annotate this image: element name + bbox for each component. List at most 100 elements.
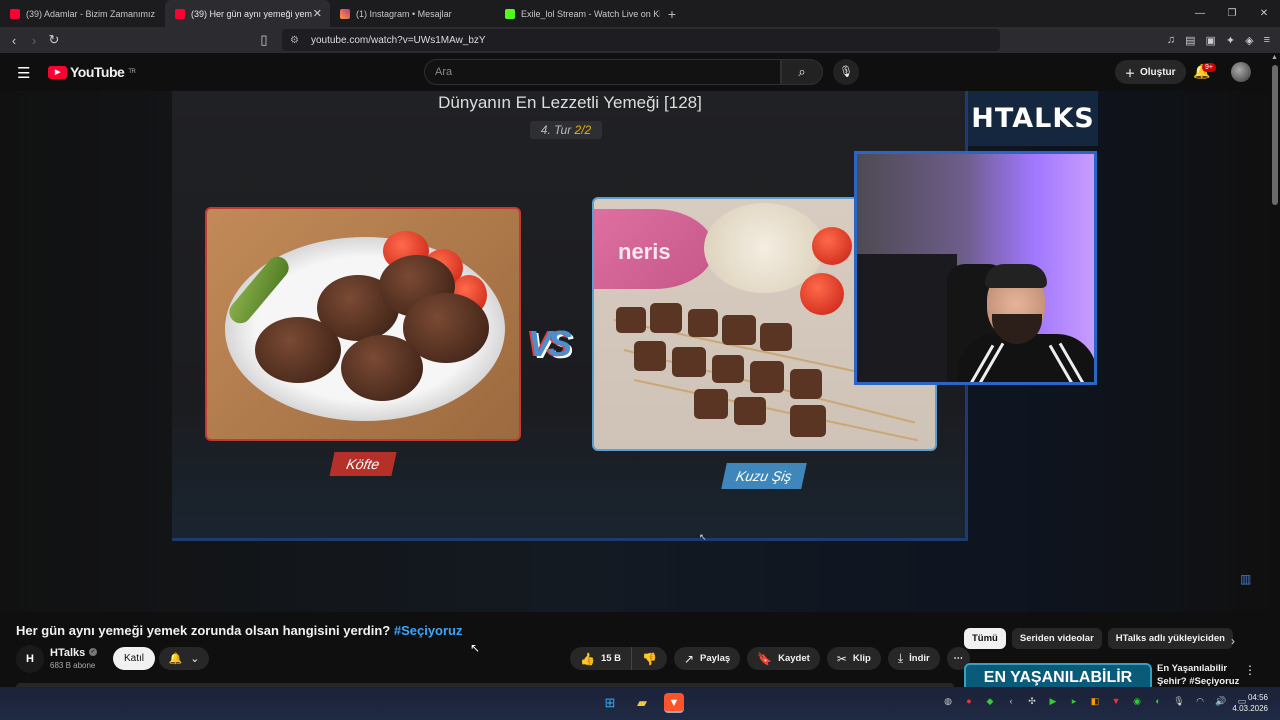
chevron-right-icon[interactable]: › [1231, 634, 1235, 648]
hashtag-link[interactable]: #Seçiyoruz [394, 623, 463, 638]
ai-icon[interactable]: ✦ [1226, 34, 1235, 47]
tab-kick[interactable]: Exile_lol Stream - Watch Live on Kick [495, 0, 660, 27]
share-icon: ↗ [683, 651, 695, 666]
url-field[interactable]: ⚙ youtube.com/watch?v=UWs1MAw_bzY [282, 29, 1000, 51]
plate-brand-text: neris [618, 239, 671, 264]
tray-app-icon[interactable]: ▶ [1047, 696, 1059, 707]
wallet-icon[interactable]: ▣ [1205, 34, 1215, 47]
kick-favicon-icon [505, 8, 515, 19]
channel-avatar[interactable]: H [16, 645, 44, 673]
tray-app-icon[interactable]: ◧ [1089, 696, 1101, 707]
download-button[interactable]: ⤓ İndir [887, 647, 940, 670]
recommendation-menu-icon[interactable]: ⋮ [1244, 663, 1256, 677]
youtube-header: ☰ ▶ YouTube TR Ara ⌕ 🎙 ＋ Oluştur 🔔 [0, 53, 1270, 91]
tomato [800, 273, 844, 315]
join-button[interactable]: Katıl [113, 647, 155, 670]
site-info-icon[interactable]: ⚙ [290, 35, 299, 46]
hamburger-menu-icon[interactable]: ☰ [17, 64, 30, 82]
tray-app-icon[interactable]: ✣ [1026, 696, 1038, 707]
new-tab-button[interactable]: + [660, 6, 684, 22]
browser-toolbar: ♫ ▤ ▣ ✦ ◈ ≡ [1167, 27, 1270, 53]
video-player[interactable]: Dünyanın En Lezzetli Yemeği [128] 4. Tur… [0, 91, 1270, 612]
microphone-tray-icon[interactable]: 🎙 [1173, 696, 1185, 707]
youtube-logo[interactable]: ▶ YouTube TR [48, 64, 136, 80]
sidebar-icon[interactable]: ▤ [1185, 34, 1195, 47]
minimize-icon[interactable]: — [1184, 0, 1216, 27]
scroll-up-icon[interactable]: ▲ [1271, 54, 1278, 61]
mouse-cursor-icon: ↖ [470, 641, 481, 655]
vpn-icon[interactable]: ◈ [1245, 34, 1253, 47]
tab-instagram[interactable]: (1) Instagram • Mesajlar [330, 0, 495, 27]
tray-app-icon[interactable]: ▸ [1068, 696, 1080, 707]
kebab-piece [750, 361, 784, 393]
background-shelf [857, 254, 957, 382]
tab-title: (39) Adamlar - Bizim Zamanımız [26, 8, 156, 19]
reload-icon[interactable]: ↻ [44, 32, 64, 48]
url-text: youtube.com/watch?v=UWs1MAw_bzY [310, 34, 486, 46]
microphone-icon[interactable]: 🎙 [833, 59, 859, 85]
tray-app-icon[interactable]: ‹ [1005, 696, 1017, 707]
round-value: 2/2 [574, 123, 592, 137]
tray-app-icon[interactable]: ◆ [984, 696, 996, 707]
media-icon[interactable]: ♫ [1167, 34, 1175, 46]
create-button[interactable]: ＋ Oluştur [1115, 60, 1186, 84]
clock-time: 04:56 [1247, 693, 1268, 702]
download-icon: ⤓ [897, 651, 904, 665]
like-button[interactable]: 👍 15 B [570, 647, 633, 670]
forward-icon[interactable]: › [24, 33, 44, 48]
kebab-piece [672, 347, 706, 377]
kebab-piece [616, 307, 646, 333]
chip-all[interactable]: Tümü [964, 628, 1006, 649]
restore-icon[interactable]: ❐ [1216, 0, 1248, 27]
share-button[interactable]: ↗ Paylaş [673, 647, 741, 670]
file-explorer-icon[interactable]: ▰ [632, 693, 652, 713]
scissors-icon: ✂ [836, 651, 847, 666]
tab-adamlar[interactable]: (39) Adamlar - Bizim Zamanımız [0, 0, 165, 27]
channel-watermark-icon[interactable]: ▥ [1240, 572, 1258, 592]
tab-title: Exile_lol Stream - Watch Live on Kick [521, 8, 660, 19]
scrollbar-thumb[interactable] [1272, 65, 1278, 205]
clip-button[interactable]: ✂ Klip [826, 647, 881, 670]
kebab-piece [650, 303, 682, 333]
tray-app-icon[interactable]: ▼ [1110, 696, 1122, 707]
save-button[interactable]: 🔖 Kaydet [747, 647, 820, 670]
tray-app-icon[interactable]: ◍ [942, 696, 954, 707]
search-input[interactable]: Ara [424, 59, 781, 85]
subscription-bell-button[interactable]: 🔔 ⌄ [159, 647, 209, 670]
kofte-image [205, 207, 521, 441]
channel-name[interactable]: HTalks [50, 647, 85, 659]
menu-icon[interactable]: ≡ [1264, 34, 1270, 46]
close-window-icon[interactable]: ✕ [1248, 0, 1280, 27]
stream-cursor-icon: ↖ [699, 532, 707, 542]
download-label: İndir [909, 653, 930, 664]
recommendation-title[interactable]: En Yaşanılabilir Şehir? #Seçiyoruz [1157, 662, 1241, 688]
dislike-button[interactable]: 👎 [632, 647, 667, 670]
search-icon[interactable]: ⌕ [781, 59, 823, 85]
stream-scene: Dünyanın En Lezzetli Yemeği [128] 4. Tur… [172, 91, 968, 542]
create-label: Oluştur [1140, 66, 1176, 78]
tray-app-icon[interactable]: ● [963, 696, 975, 707]
tab-current-video[interactable]: (39) Her gün aynı yemeği yem ✕ [165, 0, 330, 27]
tray-app-icon[interactable]: ◉ [1131, 696, 1143, 707]
volume-icon[interactable]: 🔊 [1215, 696, 1227, 707]
subscriber-count: 683 B abone [50, 661, 96, 670]
tomato [812, 227, 852, 265]
brave-browser-icon[interactable]: ▼ [664, 693, 684, 713]
account-avatar[interactable] [1231, 62, 1251, 82]
windows-start-icon[interactable]: ⊞ [600, 693, 620, 713]
page-scrollbar[interactable]: ▲ [1270, 53, 1280, 687]
stage-title: Dünyanın En Lezzetli Yemeği [128] [438, 93, 702, 112]
bookmark-icon[interactable]: ▯ [254, 32, 274, 48]
chip-uploader[interactable]: HTalks adlı yükleyiciden [1107, 628, 1233, 649]
close-tab-icon[interactable]: ✕ [313, 7, 322, 20]
youtube-play-icon: ▶ [48, 65, 67, 79]
video-title: Her gün aynı yemeği yemek zorunda olsan … [16, 623, 463, 638]
tray-app-icon[interactable]: ◐ [1152, 696, 1164, 707]
verified-check-icon: ✓ [89, 648, 97, 656]
recommendation-thumbnail[interactable]: EN YAŞANILABİLİR ŞEHİR [964, 663, 1152, 687]
notification-count-badge: 9+ [1202, 63, 1216, 72]
taskbar-clock[interactable]: 04:56 4.03.2026 [1232, 692, 1268, 714]
wifi-icon[interactable]: ◠ [1194, 696, 1206, 707]
chip-series[interactable]: Seriden videolar [1011, 628, 1102, 649]
back-icon[interactable]: ‹ [4, 33, 24, 48]
